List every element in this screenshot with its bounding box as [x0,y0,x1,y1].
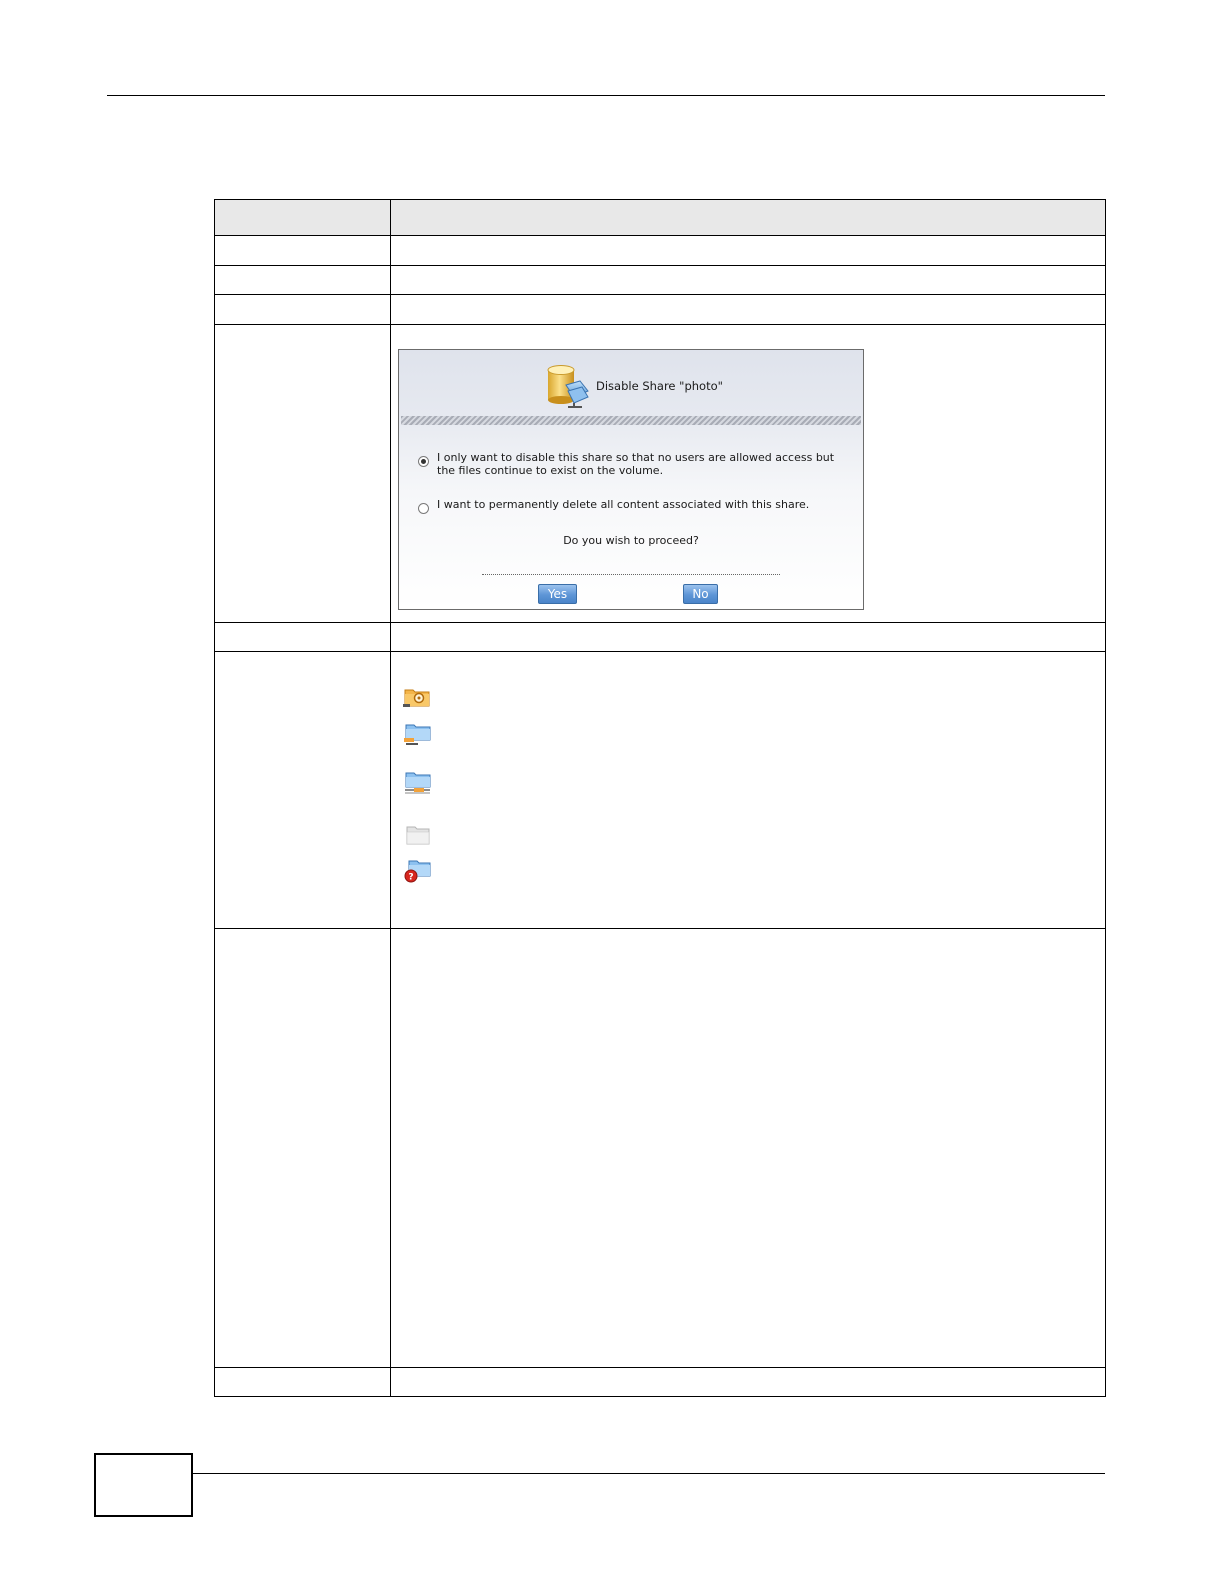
folder-share-icon [404,724,431,745]
folder-network-icon [405,772,431,794]
folder-plain-icon [406,826,430,845]
table-header-row [215,200,1105,236]
option-disable-line2: the files continue to exist on the volum… [437,464,664,477]
yes-button[interactable]: Yes [538,584,577,604]
option-disable-line1: I only want to disable this share so tha… [437,451,835,464]
table-row [215,295,1105,325]
proceed-question: Do you wish to proceed? [563,534,699,547]
page-number-box [94,1453,193,1517]
table-column-divider [390,200,391,1396]
dialog-title-row: Disable Share "photo" [544,363,723,409]
dialog-title: Disable Share "photo" [596,379,723,393]
svg-text:?: ? [408,873,413,883]
table-row [215,623,1105,652]
table-row [215,929,1105,1368]
table-row [215,236,1105,266]
option-delete-content-label: I want to permanently delete all content… [437,498,810,511]
dialog-hatch-divider [401,416,861,425]
option-disable-share[interactable]: I only want to disable this share so tha… [418,451,858,477]
disable-share-dialog: Disable Share "photo" I only want to dis… [398,349,864,610]
footer-rule [193,1473,1105,1474]
option-disable-share-label: I only want to disable this share so tha… [437,451,834,477]
table-row-dialog: Disable Share "photo" I only want to dis… [215,325,1105,623]
option-delete-content[interactable]: I want to permanently delete all content… [418,498,858,514]
share-database-icon [547,365,589,408]
table-row [215,1368,1105,1398]
no-button[interactable]: No [683,584,718,604]
folder-unknown-icon: ? [404,860,431,883]
reference-table: Disable Share "photo" I only want to dis… [214,199,1106,1397]
radio-disable-share[interactable] [418,456,429,467]
header-rule [107,95,1105,96]
table-row [215,266,1105,295]
folder-settings-icon [403,689,430,707]
table-row-icons: ? [215,652,1105,929]
dialog-dotted-divider [482,574,780,575]
radio-delete-content[interactable] [418,503,429,514]
